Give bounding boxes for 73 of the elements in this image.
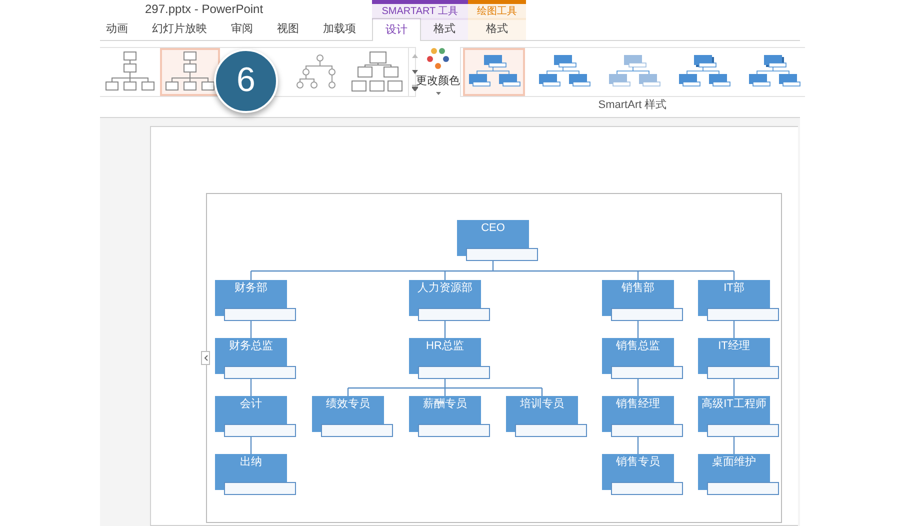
connector-line [250,436,252,454]
chevron-left-icon [204,354,208,361]
connector-line [250,378,252,396]
org-chart-node[interactable]: 出纳 [215,454,287,482]
org-chart-node[interactable]: 绩效专员 [312,396,384,424]
smartart-style-icon [467,54,521,89]
org-chart-node[interactable]: 桌面维护 [698,454,770,482]
text-placeholder [611,482,683,495]
caret-icon [436,92,440,96]
collapse-handle[interactable] [201,350,210,365]
window-title: 297.pptx - PowerPoint [145,1,264,18]
ribbon-tab[interactable]: 设计 [372,18,421,41]
connector-line [733,378,735,396]
text-placeholder [321,424,393,437]
text-placeholder [224,424,296,437]
org-chart-node[interactable]: 薪酬专员 [409,396,481,424]
connector-line [250,320,252,338]
color-dots-icon [426,46,450,71]
text-placeholder [224,308,296,321]
text-placeholder [611,308,683,321]
connector-line [733,436,735,454]
text-placeholder [707,366,779,379]
smartart-style-icon [747,54,801,89]
org-chart-node[interactable]: 会计 [215,396,287,424]
text-placeholder [707,424,779,437]
smartart-style-icon [537,54,591,89]
connector-line [444,320,446,338]
context-tab-header: 绘图工具 [468,0,526,20]
expand-gallery-icon [412,84,418,91]
up-arrow-icon [412,54,418,58]
smartart-style-icon [607,54,661,89]
text-placeholder [418,308,490,321]
text-placeholder [418,424,490,437]
org-chart-node[interactable]: 销售部 [602,280,674,308]
text-placeholder [515,424,587,437]
ribbon-tab[interactable]: 动画 [106,20,128,38]
text-placeholder [707,482,779,495]
ribbon-tab[interactable]: 审阅 [231,20,253,38]
style-gallery-item[interactable] [463,48,525,96]
org-chart-node[interactable]: 财务部 [215,280,287,308]
org-chart-node[interactable]: 人力资源部 [409,280,481,308]
text-placeholder [466,248,538,261]
text-placeholder [224,482,296,495]
text-placeholder [707,308,779,321]
org-chart-node[interactable]: CEO [457,220,529,248]
connector-line [733,320,735,338]
text-placeholder [418,366,490,379]
connector-line [637,320,639,338]
org-chart-node[interactable]: IT经理 [698,338,770,366]
change-colors-button[interactable]: 更改颜色 [416,40,460,117]
ribbon-tab[interactable]: 视图 [277,20,299,38]
org-chart-node[interactable]: 培训专员 [506,396,578,424]
org-chart-node[interactable]: 高级IT工程师 [698,396,770,424]
text-placeholder [224,366,296,379]
connector-line [637,436,639,454]
smartart-style-icon [677,54,731,89]
ribbon-tab[interactable]: 加载项 [323,20,356,38]
connector-line [637,378,639,396]
org-chart-node[interactable]: IT部 [698,280,770,308]
layout-gallery-item[interactable] [160,48,220,96]
org-chart-node[interactable]: 销售总监 [602,338,674,366]
org-chart-node[interactable]: 销售专员 [602,454,674,482]
group-label: SmartArt 样式 [598,98,667,114]
ribbon-tab[interactable]: 幻灯片放映 [152,20,207,38]
down-arrow-icon [412,70,418,74]
org-chart-node[interactable]: 财务总监 [215,338,287,366]
org-chart-node[interactable]: 销售经理 [602,396,674,424]
text-placeholder [611,424,683,437]
text-placeholder [611,366,683,379]
ribbon-tab[interactable]: 格式 [421,18,468,40]
ribbon-tab[interactable]: 格式 [468,18,526,40]
step-badge: 6 [214,48,278,113]
org-chart-node[interactable]: HR总监 [409,338,481,366]
